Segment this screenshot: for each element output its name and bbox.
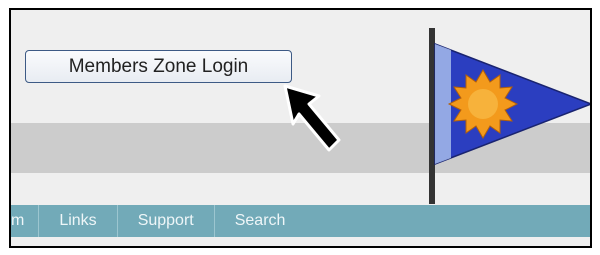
members-zone-login-button[interactable]: Members Zone Login [25, 50, 292, 83]
nav-item-links[interactable]: Links [39, 205, 118, 237]
nav-item-search[interactable]: Search [215, 205, 306, 237]
arrow-cursor-icon [283, 84, 341, 152]
flag-pole [429, 28, 435, 204]
nav-item-forum[interactable]: m [11, 205, 40, 237]
page-frame: Members Zone Login m Links Support Searc… [9, 8, 592, 248]
nav-bar: m Links Support Search [11, 205, 590, 237]
pennant-flag-icon [429, 28, 590, 204]
nav-item-support[interactable]: Support [118, 205, 215, 237]
